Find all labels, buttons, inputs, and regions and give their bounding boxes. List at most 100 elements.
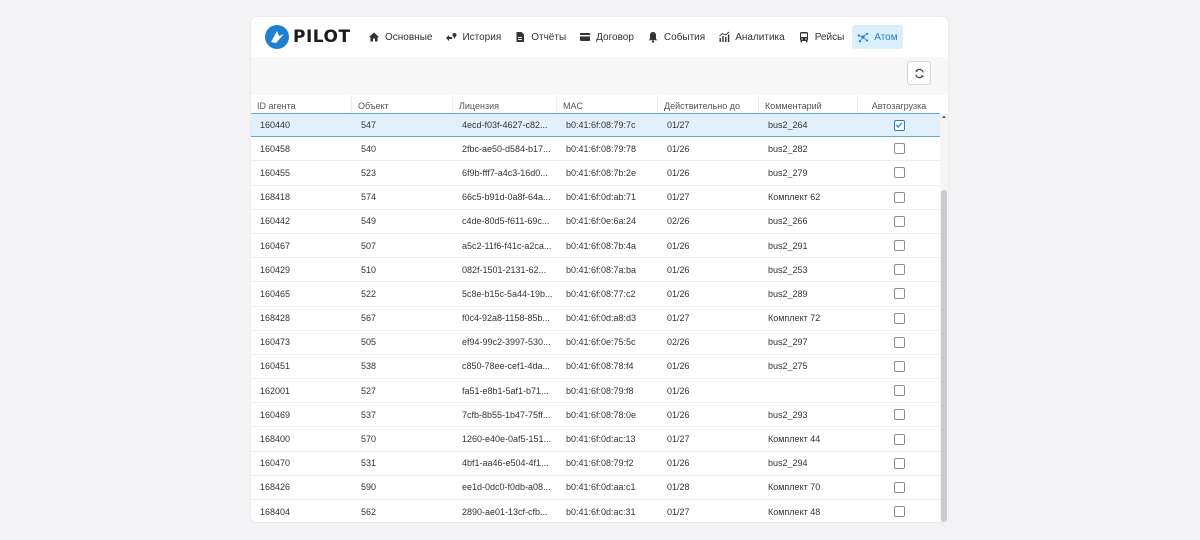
- cell-autoload: [858, 264, 940, 276]
- nav-item-reisy[interactable]: Рейсы: [793, 25, 850, 49]
- cell-comment: Комплект 44: [768, 434, 821, 445]
- autoload-checkbox[interactable]: [893, 385, 905, 397]
- cell-agent-id: 168426: [260, 482, 291, 493]
- table-row[interactable]: 168400 570 1260-e40e-0af5-151... b0:41:6f:0…: [251, 427, 940, 452]
- vertical-scrollbar[interactable]: [940, 113, 948, 522]
- cell-valid-until: 01/26: [667, 167, 690, 178]
- cell-comment: bus2_264: [768, 120, 808, 131]
- nav-label: Атом: [874, 31, 898, 43]
- nav-item-sobytiya[interactable]: События: [642, 25, 710, 49]
- app-window: PILOT Основные История Отчёты Договор Со…: [251, 17, 948, 522]
- table-row[interactable]: 160429 510 082f-1501-2131-62... b0:41:6f:08…: [251, 258, 940, 283]
- table-row[interactable]: 168418 574 66c5-b91d-0a8f-64a... b0:41:6f:0…: [251, 186, 940, 210]
- table-row[interactable]: 160442 549 c4de-80d5-f611-69c... b0:41:6f:0…: [251, 210, 940, 234]
- autoload-checkbox[interactable]: [893, 191, 905, 203]
- cell-mac: b0:41:6f:08:78:0e: [566, 409, 637, 420]
- nav-item-dogovor[interactable]: Договор: [574, 25, 639, 49]
- table-row[interactable]: 162001 527 fa51-e8b1-5af1-b71... b0:41:6f:0…: [251, 379, 940, 404]
- table-row[interactable]: 160469 537 7cfb-8b55-1b47-75ff... b0:41:6f:…: [251, 403, 940, 428]
- cell-valid-until: 01/27: [667, 434, 690, 445]
- autoload-checkbox[interactable]: [893, 360, 905, 372]
- autoload-checkbox[interactable]: [893, 215, 905, 227]
- cell-valid-until: 01/26: [667, 264, 690, 275]
- cell-mac: b0:41:6f:08:79:f2: [566, 458, 634, 469]
- refresh-button[interactable]: [907, 61, 931, 85]
- cell-valid-until: 01/27: [667, 313, 690, 324]
- logo[interactable]: PILOT: [265, 24, 351, 50]
- cell-license: 4bf1-aa46-e504-4f1...: [462, 458, 549, 469]
- nav-label: Рейсы: [814, 31, 845, 43]
- cell-agent-id: 168418: [260, 192, 291, 203]
- nav-label: Основные: [385, 31, 433, 43]
- cell-mac: b0:41:6f:0d:aa:c1: [566, 482, 636, 493]
- autoload-checkbox[interactable]: [893, 457, 905, 469]
- cell-autoload: [858, 481, 940, 493]
- cell-object: 547: [361, 120, 377, 131]
- cell-comment: Комплект 72: [768, 313, 821, 324]
- cell-license: f0c4-92a8-1158-85b...: [462, 313, 550, 324]
- autoload-checkbox[interactable]: [893, 481, 905, 493]
- autoload-checkbox[interactable]: [893, 506, 905, 518]
- cell-valid-until: 01/26: [667, 361, 690, 372]
- table-row[interactable]: 168428 567 f0c4-92a8-1158-85b... b0:41:6f:0…: [251, 307, 940, 331]
- pilot-logo-icon: [265, 25, 289, 49]
- table-row[interactable]: 160470 531 4bf1-aa46-e504-4f1... b0:41:6f:0…: [251, 452, 940, 476]
- table-row[interactable]: 160473 505 ef94-99c2-3997-530... b0:41:6f:0…: [251, 331, 940, 355]
- autoload-checkbox[interactable]: [893, 288, 905, 300]
- autoload-checkbox[interactable]: [893, 143, 905, 155]
- cell-autoload: [858, 119, 940, 131]
- nav-item-istoriya[interactable]: История: [440, 25, 506, 49]
- cell-valid-until: 01/26: [667, 458, 690, 469]
- autoload-checkbox[interactable]: [893, 240, 905, 252]
- cell-comment: Комплект 62: [768, 192, 821, 203]
- cell-license: 2890-ae01-13cf-cfb...: [462, 506, 548, 517]
- autoload-checkbox[interactable]: [893, 433, 905, 445]
- nav-item-otchety[interactable]: Отчёты: [509, 25, 571, 49]
- autoload-checkbox[interactable]: [893, 119, 905, 131]
- table-row[interactable]: 160440 547 4ecd-f03f-4627-c82... b0:41:6f:0…: [251, 113, 940, 138]
- cell-valid-until: 01/26: [667, 385, 690, 396]
- nav-item-atom[interactable]: Атом: [852, 25, 903, 49]
- nav-label: Аналитика: [735, 31, 785, 43]
- main-nav: Основные История Отчёты Договор События …: [363, 25, 906, 49]
- table-row[interactable]: 168404 562 2890-ae01-13cf-cfb... b0:41:6f:0…: [251, 500, 940, 522]
- table-row[interactable]: 160458 540 2fbc-ae50-d584-b17... b0:41:6f:0…: [251, 137, 940, 162]
- cell-comment: Комплект 48: [768, 506, 821, 517]
- cell-autoload: [858, 385, 940, 397]
- autoload-checkbox[interactable]: [893, 264, 905, 276]
- cell-valid-until: 01/26: [667, 143, 690, 154]
- nav-item-osnovnye[interactable]: Основные: [363, 25, 437, 49]
- scrollbar-thumb[interactable]: [941, 190, 947, 522]
- cell-autoload: [858, 215, 940, 227]
- scroll-up-arrow-icon[interactable]: [940, 113, 948, 121]
- file-icon: [516, 32, 525, 42]
- cell-comment: bus2_294: [768, 458, 808, 469]
- table-row[interactable]: 160465 522 5c8e-b15c-5a44-19b... b0:41:6f:0…: [251, 282, 940, 307]
- cell-license: 7cfb-8b55-1b47-75ff...: [462, 409, 551, 420]
- table-row[interactable]: 160455 523 6f9b-fff7-a4c3-16d0... b0:41:6f:…: [251, 161, 940, 186]
- table-row[interactable]: 160451 538 c850-78ee-cef1-4da... b0:41:6f:0…: [251, 355, 940, 380]
- cell-object: 531: [361, 458, 377, 469]
- autoload-checkbox[interactable]: [893, 336, 905, 348]
- autoload-checkbox[interactable]: [893, 409, 905, 421]
- table-row[interactable]: 160467 507 a5c2-11f6-f41c-a2ca... b0:41:6f:…: [251, 234, 940, 259]
- table-row[interactable]: 168426 590 ee1d-0dc0-f0db-a08... b0:41:6f:0…: [251, 476, 940, 500]
- autoload-checkbox[interactable]: [893, 167, 905, 179]
- top-navigation-bar: PILOT Основные История Отчёты Договор Со…: [251, 17, 948, 57]
- cell-agent-id: 160467: [260, 240, 291, 251]
- nav-label: История: [462, 31, 502, 43]
- cell-agent-id: 160429: [260, 264, 291, 275]
- cell-license: 2fbc-ae50-d584-b17...: [462, 143, 551, 154]
- cell-license: fa51-e8b1-5af1-b71...: [462, 385, 549, 396]
- nav-label: Договор: [596, 31, 634, 43]
- cell-autoload: [858, 457, 940, 469]
- cell-mac: b0:41:6f:08:77:c2: [566, 288, 636, 299]
- cell-object: 522: [361, 288, 377, 299]
- cell-autoload: [858, 191, 940, 203]
- cell-license: c850-78ee-cef1-4da...: [462, 361, 551, 372]
- cell-agent-id: 160470: [260, 458, 291, 469]
- nav-item-analitika[interactable]: Аналитика: [713, 25, 790, 49]
- cell-autoload: [858, 288, 940, 300]
- autoload-checkbox[interactable]: [893, 312, 905, 324]
- cell-mac: b0:41:6f:0e:75:5c: [566, 337, 636, 348]
